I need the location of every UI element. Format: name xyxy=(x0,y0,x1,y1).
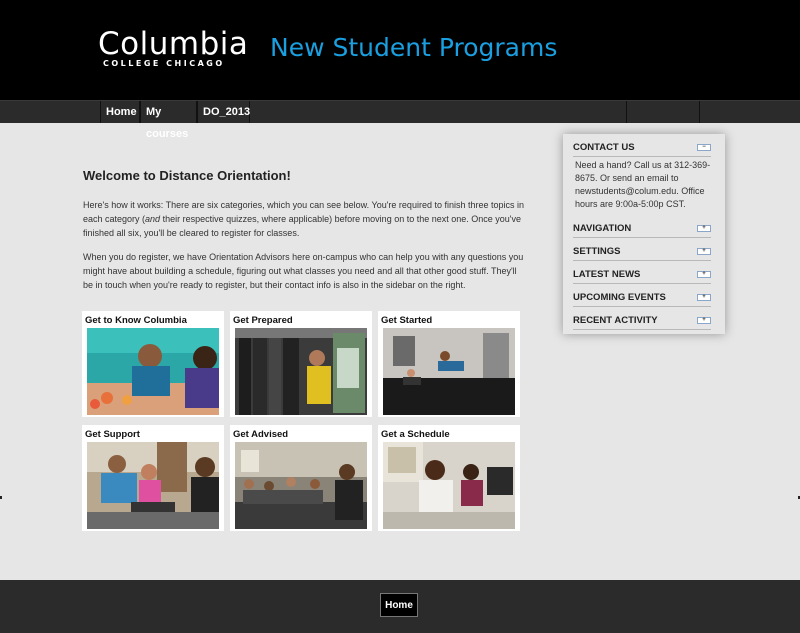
collapse-icon[interactable]: − xyxy=(697,144,711,151)
nav-home[interactable]: Home xyxy=(100,101,140,123)
recent-activity-block-header[interactable]: RECENT ACTIVITY + xyxy=(573,315,711,330)
tile-get-to-know-columbia[interactable]: Get to Know Columbia xyxy=(82,311,224,417)
columbia-logo[interactable]: Columbia xyxy=(98,26,248,62)
left-edge-marker xyxy=(0,496,2,499)
block-title: RECENT ACTIVITY xyxy=(573,315,658,326)
nav-do-2013[interactable]: DO_2013 xyxy=(197,101,250,123)
tile-title[interactable]: Get Prepared xyxy=(233,315,293,326)
tile-get-a-schedule[interactable]: Get a Schedule xyxy=(378,425,520,531)
latest-news-block-header[interactable]: LATEST NEWS + xyxy=(573,269,711,284)
intro-paragraph: Here's how it works: There are six categ… xyxy=(83,200,524,238)
main-content: Welcome to Distance Orientation! Here's … xyxy=(83,168,528,302)
block-title: SETTINGS xyxy=(573,246,621,257)
tile-get-support[interactable]: Get Support xyxy=(82,425,224,531)
tile-title[interactable]: Get Advised xyxy=(233,429,288,440)
columbia-logo-subtitle: COLLEGE CHICAGO xyxy=(103,59,225,68)
expand-icon[interactable]: + xyxy=(697,294,711,301)
block-title: UPCOMING EVENTS xyxy=(573,292,666,303)
top-navbar: Home My courses DO_2013 xyxy=(0,100,800,140)
tile-title[interactable]: Get a Schedule xyxy=(381,429,450,440)
sidebar: CONTACT US − Need a hand? Call us at 312… xyxy=(563,134,725,334)
tile-get-prepared[interactable]: Get Prepared xyxy=(230,311,372,417)
tile-get-started[interactable]: Get Started xyxy=(378,311,520,417)
footer-home-button[interactable]: Home xyxy=(380,593,418,617)
expand-icon[interactable]: + xyxy=(697,248,711,255)
nav-my-courses[interactable]: My courses xyxy=(140,101,197,140)
tile-title[interactable]: Get to Know Columbia xyxy=(85,315,187,326)
site-title[interactable]: New Student Programs xyxy=(270,33,557,62)
computer-lab-image[interactable] xyxy=(383,442,515,529)
group-meeting-image[interactable] xyxy=(235,442,367,529)
students-laptop-image[interactable] xyxy=(87,442,219,529)
nav-right-menu[interactable] xyxy=(626,101,700,123)
tile-title[interactable]: Get Started xyxy=(381,315,432,326)
students-laughing-image[interactable] xyxy=(87,328,219,415)
settings-block-header[interactable]: SETTINGS + xyxy=(573,246,711,261)
site-footer: Home xyxy=(0,580,800,633)
navigation-block-header[interactable]: NAVIGATION + xyxy=(573,223,711,238)
contact-us-block-header[interactable]: CONTACT US − xyxy=(573,142,711,157)
block-title: LATEST NEWS xyxy=(573,269,641,280)
upcoming-events-block-header[interactable]: UPCOMING EVENTS + xyxy=(573,292,711,307)
dance-studio-image[interactable] xyxy=(383,328,515,415)
expand-icon[interactable]: + xyxy=(697,225,711,232)
advisors-paragraph: When you do register, we have Orientatio… xyxy=(83,252,524,290)
contact-text: Need a hand? Call us at 312-369-8675. Or… xyxy=(575,160,711,209)
page-title: Welcome to Distance Orientation! xyxy=(83,168,291,183)
closet-clothes-image[interactable] xyxy=(235,328,367,415)
tile-get-advised[interactable]: Get Advised xyxy=(230,425,372,531)
tile-title[interactable]: Get Support xyxy=(85,429,140,440)
site-header: Columbia COLLEGE CHICAGO New Student Pro… xyxy=(0,0,800,100)
block-title: NAVIGATION xyxy=(573,223,632,234)
expand-icon[interactable]: + xyxy=(697,317,711,324)
expand-icon[interactable]: + xyxy=(697,271,711,278)
block-title: CONTACT US xyxy=(573,142,635,153)
